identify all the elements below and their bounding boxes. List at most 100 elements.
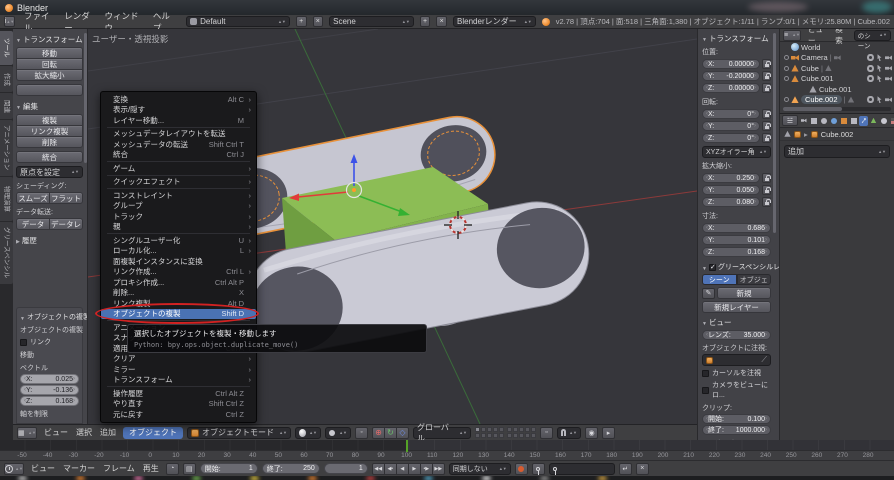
layer-cell[interactable] [525, 427, 530, 432]
lock-icon[interactable] [762, 71, 771, 81]
lock-to-cursor-row[interactable]: カーソルを注視 [702, 368, 771, 378]
mode-select[interactable]: オブジェクトモード▲▼ [187, 427, 291, 439]
lock-icon[interactable] [762, 173, 771, 183]
keying-filter-icon[interactable]: ▤ [183, 463, 196, 475]
pivot-point-select[interactable]: ▲▼ [325, 427, 351, 439]
menu-item-面複製インスタンスに変換[interactable]: 面複製インスタンスに変換 [101, 256, 256, 267]
gp-scene-toggle[interactable]: シーン [702, 274, 737, 285]
field-n_panel.transform.scale-1[interactable]: ‹Y:0.050› [702, 185, 760, 195]
outliner-row-Cube.001[interactable]: Cube.001 [780, 74, 894, 85]
gp-object-toggle[interactable]: オブジェクト [737, 274, 772, 285]
field-n_panel.transform.dimensions-1[interactable]: ‹Y:0.101› [702, 235, 771, 245]
layer-cell[interactable] [519, 427, 524, 432]
editor-type-properties-icon[interactable]: ☱ [782, 115, 798, 126]
world-icon[interactable] [829, 116, 838, 126]
layer-cell[interactable] [481, 433, 486, 438]
lock-icon[interactable] [762, 59, 771, 69]
viewport-shading-select[interactable]: ▲▼ [295, 427, 321, 439]
layer-cell[interactable] [493, 427, 498, 432]
visibility-eye-icon[interactable] [867, 75, 874, 82]
visibility-eye-icon[interactable] [867, 96, 874, 103]
editor-type-info-icon[interactable]: i▲▼ [4, 16, 15, 27]
scene-icon[interactable] [819, 116, 828, 126]
menu-item-トランスフォーム[interactable]: トランスフォーム› [101, 375, 256, 386]
field-n_panel.transform.rotation-1[interactable]: ‹Y:0°› [702, 121, 760, 131]
editor-type-outliner-icon[interactable]: ≡▲▼ [783, 30, 801, 41]
editor-type-timeline-icon[interactable]: ▲▼ [4, 463, 24, 475]
current-frame-marker[interactable] [406, 440, 408, 452]
gp-new-button[interactable]: 新規 [717, 287, 771, 299]
remove-layout-button[interactable]: × [313, 16, 324, 27]
viewport-menu-0[interactable]: ビュー [41, 427, 71, 438]
panel-header-grease-pencil[interactable]: グリースペンシルレイ [702, 262, 771, 272]
menu-item-シングルユーザー化[interactable]: シングルユーザー化U› [101, 235, 256, 246]
lock-camera-to-view-row[interactable]: カメラをビューにロ... [702, 380, 771, 400]
grease-pencil-source-toggle[interactable]: シーン オブジェクト [702, 274, 771, 285]
outliner-row-Camera[interactable]: Camera| [780, 53, 894, 64]
panel-header-history[interactable]: 履歴 [16, 235, 83, 246]
layer-cell[interactable] [475, 427, 480, 432]
tool-tab-3[interactable]: アニメーション [0, 120, 13, 176]
frame-start-field[interactable]: 開始:1 [200, 463, 258, 474]
layer-cell[interactable] [499, 427, 504, 432]
transform-orientation-select[interactable]: グローバル▲▼ [413, 427, 471, 439]
render-icon[interactable] [799, 116, 808, 126]
lock-icon[interactable] [762, 185, 771, 195]
object-icon[interactable] [839, 116, 848, 126]
renderability-camera-icon[interactable] [885, 65, 892, 72]
outliner-display-select[interactable]: 全てのシーン▲▼ [854, 30, 891, 41]
outliner-row-Cube.002[interactable]: Cube.002| [780, 95, 894, 106]
layer-cell[interactable] [513, 433, 518, 438]
add-layout-button[interactable]: + [296, 16, 307, 27]
menu-item-コンストレイント[interactable]: コンストレイント› [101, 190, 256, 201]
outliner-row-Cube.001[interactable]: Cube.001 [780, 84, 894, 95]
tool-tab-5[interactable]: グリースペンシル [0, 222, 13, 284]
menu-item-表示/隠す[interactable]: 表示/隠す› [101, 105, 256, 116]
menu-item-メッシュデータの転送[interactable]: メッシュデータの転送Shift Ctrl T [101, 139, 256, 150]
panel-header-edit[interactable]: 編集 [16, 101, 83, 112]
timeline-menu-2[interactable]: フレーム [100, 463, 138, 474]
shelf-button-拡大縮小[interactable]: 拡大縮小 [16, 69, 83, 81]
layer-cell[interactable] [507, 427, 512, 432]
panel-header-view[interactable]: ビュー [702, 317, 771, 328]
field-n_panel.transform.dimensions-0[interactable]: ‹X:0.686› [702, 223, 771, 233]
editor-type-3dview-icon[interactable]: ▦▲▼ [17, 427, 37, 439]
active-keying-set-field[interactable] [549, 463, 615, 475]
tool-tab-1[interactable]: 作成 [0, 66, 13, 92]
menu-item-リンク複製[interactable]: リンク複製Alt D [101, 298, 256, 309]
mirror-button[interactable] [16, 84, 83, 96]
viewport-menu-1[interactable]: 選択 [73, 427, 95, 438]
menu-item-やり直す[interactable]: やり直すShift Ctrl Z [101, 399, 256, 410]
gp-new-layer-button[interactable]: 新規レイヤー [702, 301, 771, 313]
remove-scene-button[interactable]: × [436, 16, 447, 27]
menu-item-オブジェクトの複製[interactable]: オブジェクトの複製Shift D [101, 309, 256, 320]
operator-panel-header[interactable]: オブジェクトの複製 [20, 312, 79, 322]
link-checkbox-row[interactable]: リンク [20, 337, 79, 347]
lens-field[interactable]: ‹レンズ:35.000› [702, 330, 771, 340]
field-n_panel.transform.dimensions-2[interactable]: ‹Z:0.168› [702, 247, 771, 257]
add-scene-button[interactable]: + [420, 16, 431, 27]
lock-icon[interactable] [762, 121, 771, 131]
lock-to-object-field[interactable]: ⟋ [702, 354, 771, 366]
menu-item-ミラー[interactable]: ミラー› [101, 364, 256, 375]
lock-camera-icon[interactable]: ▫ [540, 427, 553, 439]
lock-icon[interactable] [762, 133, 771, 143]
lock-icon[interactable] [762, 197, 771, 207]
outliner-search-menu[interactable]: 検索 [832, 29, 850, 46]
keying-set-icon[interactable] [532, 463, 545, 475]
layer-cell[interactable] [487, 433, 492, 438]
shelf-button-削除[interactable]: 削除 [16, 136, 83, 148]
vector-field-1[interactable]: ‹Y:-0.136› [20, 385, 79, 395]
menu-item-削除...[interactable]: 削除...X [101, 288, 256, 299]
layer-cell[interactable] [525, 433, 530, 438]
outliner-h-scrollbar[interactable] [783, 107, 891, 111]
next-keyframe-icon[interactable]: •▶ [420, 463, 433, 475]
lock-icon[interactable] [762, 109, 771, 119]
frame-end-field[interactable]: 終了:250 [262, 463, 320, 474]
menu-item-ローカル化...[interactable]: ローカル化...L› [101, 246, 256, 257]
visibility-eye-icon[interactable] [867, 65, 874, 72]
snap-select[interactable]: ▲▼ [557, 427, 581, 439]
clip-end-field[interactable]: ‹終了:1000.000› [702, 425, 771, 435]
material-icon[interactable] [879, 116, 888, 126]
layer-cell[interactable] [499, 433, 504, 438]
